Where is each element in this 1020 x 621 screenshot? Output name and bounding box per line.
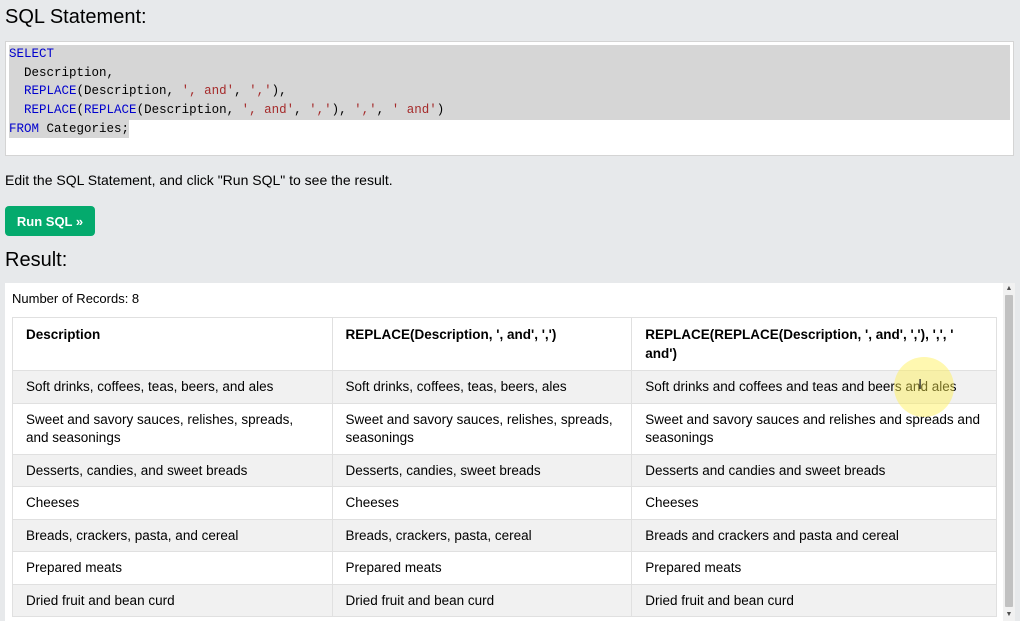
sql-text: ( bbox=[76, 103, 85, 118]
sql-string: ',' bbox=[354, 103, 377, 118]
scroll-down-icon[interactable]: ▼ bbox=[1003, 609, 1015, 621]
sql-code[interactable]: SELECT Description, REPLACE(Description,… bbox=[9, 45, 1010, 139]
code-line[interactable]: SELECT bbox=[9, 45, 1010, 64]
sql-text: , bbox=[234, 84, 250, 99]
sql-text: (Description, bbox=[136, 103, 242, 118]
sql-string: ', and' bbox=[241, 103, 295, 118]
table-cell: Prepared meats bbox=[12, 551, 333, 585]
sql-string: ', and' bbox=[181, 84, 235, 99]
table-cell: Breads and crackers and pasta and cereal bbox=[631, 518, 997, 552]
code-line[interactable]: REPLACE(Description, ', and', ','), bbox=[9, 82, 1010, 102]
table-row: Breads, crackers, pasta, and cereal Bread… bbox=[12, 518, 997, 552]
sql-text: ) bbox=[436, 103, 445, 118]
table-row: Desserts, candies, and sweet breads Desse… bbox=[12, 453, 997, 487]
instructions-text: Edit the SQL Statement, and click "Run S… bbox=[5, 172, 393, 188]
sql-string: ',' bbox=[249, 84, 272, 99]
table-cell: Desserts, candies, and sweet breads bbox=[12, 453, 333, 487]
sql-text: , bbox=[294, 103, 310, 118]
table-cell: Soft drinks, coffees, teas, beers, and a… bbox=[12, 370, 333, 404]
table-cell: Breads, crackers, pasta, and cereal bbox=[12, 518, 333, 552]
table-cell: Breads, crackers, pasta, cereal bbox=[331, 518, 633, 552]
scroll-thumb[interactable] bbox=[1005, 295, 1013, 607]
table-row: Sweet and savory sauces, relishes, sprea… bbox=[12, 402, 997, 455]
run-sql-button[interactable]: Run SQL » bbox=[5, 206, 95, 236]
sql-text: (Description, bbox=[76, 84, 182, 99]
table-row: Prepared meats Prepared meats Prepared mea… bbox=[12, 551, 997, 585]
table-row: Soft drinks, coffees, teas, beers, and a… bbox=[12, 370, 997, 404]
vertical-scrollbar[interactable]: ▲ ▼ bbox=[1003, 283, 1015, 621]
table-cell: Prepared meats bbox=[631, 551, 997, 585]
table-header-row: Description REPLACE(Description, ', and'… bbox=[12, 317, 997, 371]
sql-statement-heading: SQL Statement: bbox=[5, 6, 147, 28]
sql-keyword: REPLACE bbox=[24, 84, 77, 99]
table-row: Dried fruit and bean curd Dried fruit and… bbox=[12, 583, 997, 617]
sql-editor[interactable]: SELECT Description, REPLACE(Description,… bbox=[5, 41, 1014, 156]
column-header: REPLACE(REPLACE(Description, ', and', ',… bbox=[631, 317, 997, 371]
sql-string: ' and' bbox=[391, 103, 437, 118]
table-cell: Prepared meats bbox=[331, 551, 633, 585]
sql-text: Categories; bbox=[39, 121, 130, 136]
table-row: Cheeses Cheeses Cheeses bbox=[12, 486, 997, 520]
code-line[interactable]: REPLACE(REPLACE(Description, ', and', ',… bbox=[9, 101, 1010, 120]
code-line[interactable]: Description, bbox=[9, 63, 1010, 83]
table-cell: Sweet and savory sauces and relishes and… bbox=[631, 402, 997, 455]
result-panel[interactable]: Number of Records: 8 Description REPLACE… bbox=[5, 283, 1015, 621]
sql-keyword: SELECT bbox=[9, 47, 55, 61]
column-header: Description bbox=[12, 317, 333, 371]
sql-keyword: REPLACE bbox=[84, 103, 137, 118]
sql-text: ), bbox=[271, 84, 287, 99]
table-cell: Cheeses bbox=[331, 486, 633, 520]
code-line[interactable]: FROM Categories; bbox=[9, 119, 130, 139]
scroll-up-icon[interactable]: ▲ bbox=[1003, 283, 1015, 295]
table-cell: Soft drinks, coffees, teas, beers, ales bbox=[331, 370, 633, 404]
sql-text: ), bbox=[331, 103, 355, 118]
sql-text: , bbox=[376, 103, 392, 118]
sql-keyword: REPLACE bbox=[24, 103, 77, 118]
record-count: Number of Records: 8 bbox=[12, 291, 140, 306]
table-cell: Desserts and candies and sweet breads bbox=[631, 453, 997, 487]
table-cell: Cheeses bbox=[12, 486, 333, 520]
table-cell: Dried fruit and bean curd bbox=[12, 583, 333, 617]
table-cell: Dried fruit and bean curd bbox=[631, 583, 997, 617]
table-cell: Dried fruit and bean curd bbox=[331, 583, 633, 617]
sql-string: ',' bbox=[309, 103, 332, 118]
table-cell: Desserts, candies, sweet breads bbox=[331, 453, 633, 487]
table-cell: Soft drinks and coffees and teas and bee… bbox=[631, 370, 997, 404]
sql-keyword: FROM bbox=[9, 121, 40, 136]
column-header: REPLACE(Description, ', and', ',') bbox=[331, 317, 633, 371]
table-cell: Sweet and savory sauces, relishes, sprea… bbox=[12, 402, 333, 455]
table-cell: Cheeses bbox=[631, 486, 997, 520]
sql-text: Description, bbox=[9, 65, 115, 80]
result-table: Description REPLACE(Description, ', and'… bbox=[12, 317, 997, 617]
result-heading: Result: bbox=[5, 249, 68, 271]
table-cell: Sweet and savory sauces, relishes, sprea… bbox=[331, 402, 633, 455]
